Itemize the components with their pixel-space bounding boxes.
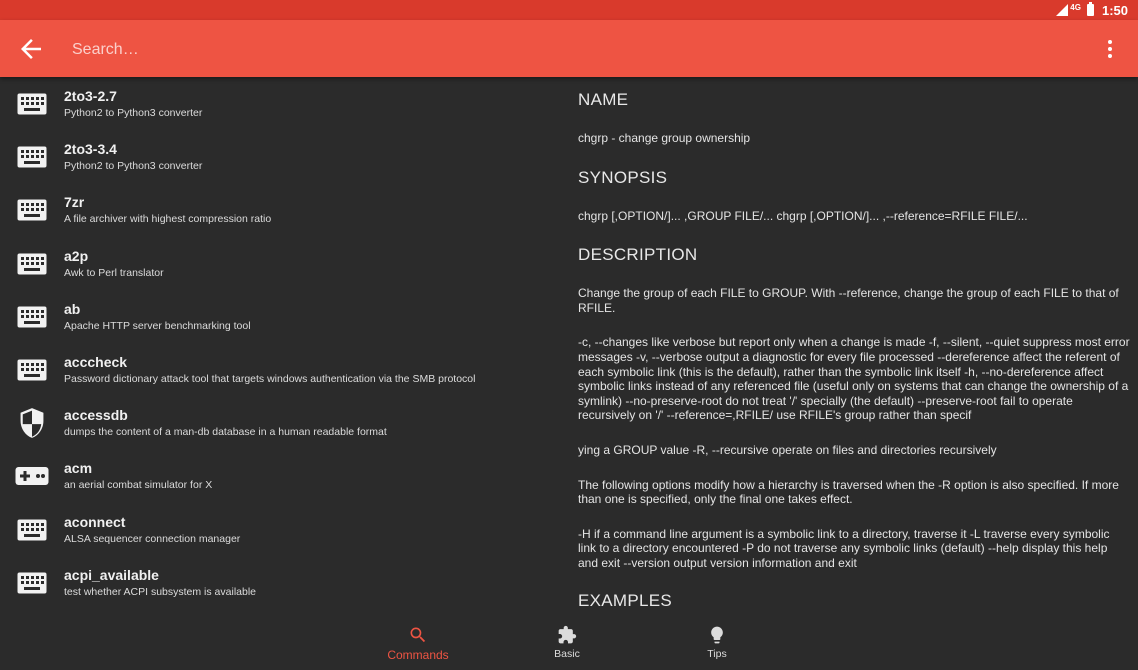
command-name: aconnect: [64, 513, 126, 530]
command-name: ab: [64, 300, 81, 317]
nav-label: Tips: [707, 648, 727, 660]
description-paragraph: The following options modify how a hiera…: [578, 477, 1119, 507]
keyboard-icon: [15, 142, 49, 172]
list-item[interactable]: a2p Awk to Perl translator: [0, 237, 560, 290]
command-name: 7zr: [64, 194, 85, 211]
keyboard-icon: [15, 355, 49, 385]
status-icons: 4G: [1056, 2, 1094, 16]
command-description: an aerial combat simulator for X: [64, 479, 213, 492]
command-description: Python2 to Python3 converter: [64, 107, 203, 119]
keyboard-icon: [15, 249, 49, 279]
synopsis-section-title: SYNOPSIS: [578, 167, 668, 187]
status-bar: 4G 1:50: [0, 0, 1138, 20]
cell-signal-icon: [1056, 4, 1069, 16]
nav-commands[interactable]: Commands: [358, 617, 478, 670]
command-name: acm: [64, 460, 93, 477]
synopsis-section-text: chgrp [,OPTION/]... ,GROUP FILE/... chgr…: [578, 208, 1028, 223]
lightbulb-icon: [711, 626, 723, 644]
shield-icon: [15, 408, 49, 438]
list-item[interactable]: ab Apache HTTP server benchmarking tool: [0, 290, 560, 343]
name-section-title: NAME: [578, 90, 629, 109]
command-name: a2p: [64, 247, 89, 264]
keyboard-icon: [15, 515, 49, 545]
nav-label: Commands: [387, 648, 449, 662]
description-section-title: DESCRIPTION: [578, 245, 698, 265]
description-paragraph: Change the group of each FILE to GROUP. …: [578, 286, 1119, 315]
command-name: acpi_available: [64, 566, 159, 583]
command-name: accessdb: [64, 407, 128, 424]
command-name: 2to3-2.7: [64, 88, 117, 104]
command-name: acccheck: [64, 353, 128, 370]
list-item[interactable]: 7zr A file archiver with highest compress…: [0, 183, 560, 236]
keyboard-icon: [15, 89, 49, 119]
command-name: 2to3-3.4: [64, 141, 117, 158]
list-item[interactable]: 2to3-2.7 Python2 to Python3 converter: [0, 77, 560, 130]
command-description: A file archiver with highest compression…: [64, 213, 272, 226]
name-section-text: chgrp - change group ownership: [578, 131, 751, 145]
list-item[interactable]: accessdb dumps the content of a man-db da…: [0, 396, 560, 449]
command-description: Python2 to Python3 converter: [64, 160, 203, 173]
list-item[interactable]: acccheck Password dictionary attack tool …: [0, 343, 560, 396]
clock: 1:50: [1101, 2, 1128, 18]
keyboard-icon: [15, 302, 49, 332]
command-description: Awk to Perl translator: [64, 266, 164, 279]
command-description: ALSA sequencer connection manager: [64, 532, 241, 545]
list-item[interactable]: acm an aerial combat simulator for X: [0, 449, 560, 502]
command-description: Password dictionary attack tool that tar…: [64, 372, 476, 385]
keyboard-icon: [15, 568, 49, 598]
search-input[interactable]: [70, 34, 974, 66]
nav-label: Basic: [554, 648, 580, 660]
command-description: test whether ACPI subsystem is available: [64, 585, 257, 598]
bottom-navigation: Commands Basic Tips: [0, 617, 1138, 670]
overflow-menu-button[interactable]: [1100, 36, 1120, 62]
gamepad-icon: [15, 461, 49, 491]
puzzle-icon: [558, 625, 577, 644]
command-list[interactable]: 2to3-2.7 Python2 to Python3 converter 2to3…: [0, 77, 560, 617]
man-page-detail[interactable]: NAME chgrp - change group ownership SYNO…: [578, 77, 1130, 617]
more-vert-icon: [1108, 40, 1112, 44]
nav-basic[interactable]: Basic: [507, 617, 627, 670]
network-type: 4G: [1070, 2, 1081, 12]
description-paragraph: ying a GROUP value -R, --recursive opera…: [578, 442, 997, 457]
command-description: dumps the content of a man-db database i…: [64, 426, 387, 439]
search-icon: [410, 627, 426, 643]
examples-section-title: EXAMPLES: [578, 590, 673, 610]
list-item[interactable]: 2to3-3.4 Python2 to Python3 converter: [0, 130, 560, 183]
list-item[interactable]: aconnect ALSA sequencer connection manage…: [0, 503, 560, 556]
nav-tips[interactable]: Tips: [657, 617, 777, 670]
arrow-back-icon: [21, 39, 41, 59]
battery-icon: [1086, 2, 1094, 16]
command-description: Apache HTTP server benchmarking tool: [64, 319, 251, 332]
back-button[interactable]: [16, 34, 46, 64]
app-bar: [0, 20, 1138, 77]
description-paragraph: -c, --changes like verbose but report on…: [578, 335, 1130, 423]
description-paragraph: -H if a command line argument is a symbo…: [578, 526, 1110, 570]
keyboard-icon: [15, 195, 49, 225]
list-item[interactable]: acpi_availabletest whether ACPI subsyste…: [0, 556, 560, 609]
